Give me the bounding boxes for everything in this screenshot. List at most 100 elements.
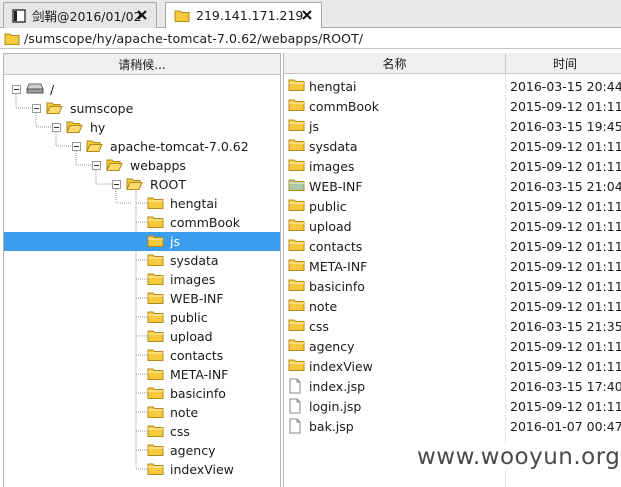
tab-remote[interactable]: 219.141.171.219 — [165, 2, 322, 29]
folder-open-icon — [66, 121, 83, 133]
tree-item-label: agency — [170, 443, 216, 458]
tree-item-icon — [66, 120, 83, 137]
file-name: public — [309, 199, 347, 214]
collapse-toggle[interactable] — [12, 85, 21, 94]
tree-item[interactable]: images — [4, 270, 280, 289]
file-time: 2016-03-15 21:04:52 — [510, 179, 621, 194]
folder-icon — [147, 387, 164, 399]
file-time: 2015-09-12 01:11:56 — [510, 159, 621, 174]
collapse-toggle[interactable] — [92, 161, 101, 170]
file-row[interactable]: images 2015-09-12 01:11:56 — [284, 156, 621, 176]
collapse-toggle[interactable] — [32, 104, 41, 113]
collapse-toggle[interactable] — [52, 123, 61, 132]
folder-icon — [147, 197, 164, 209]
folder-icon — [147, 406, 164, 418]
file-row[interactable]: sysdata 2015-09-12 01:11:56 — [284, 136, 621, 156]
file-row[interactable]: js 2016-03-15 19:45:55 — [284, 116, 621, 136]
file-row[interactable]: bak.jsp 2016-01-07 00:47:55 — [284, 416, 621, 436]
file-row-icon — [288, 318, 305, 335]
file-row[interactable]: indexView 2015-09-12 01:11:56 — [284, 356, 621, 376]
file-name: index.jsp — [309, 379, 366, 394]
tree-item[interactable]: css — [4, 422, 280, 441]
file-row-icon — [288, 238, 305, 255]
file-name: js — [309, 119, 319, 134]
file-row[interactable]: public 2015-09-12 01:11:56 — [284, 196, 621, 216]
tree-item[interactable]: hengtai — [4, 194, 280, 213]
tree-item[interactable]: note — [4, 403, 280, 422]
tree-item[interactable]: basicinfo — [4, 384, 280, 403]
tree-item-label: commBook — [170, 215, 240, 230]
file-row[interactable]: agency 2015-09-12 01:11:56 — [284, 336, 621, 356]
file-row[interactable]: META-INF 2015-09-12 01:11:56 — [284, 256, 621, 276]
file-row[interactable]: index.jsp 2016-03-15 17:40:34 — [284, 376, 621, 396]
folder-icon — [147, 292, 164, 304]
folder-icon — [288, 239, 305, 251]
file-name: agency — [309, 339, 355, 354]
tree-item[interactable]: public — [4, 308, 280, 327]
file-time: 2015-09-12 01:11:56 — [510, 139, 621, 154]
tree-item[interactable]: sumscope — [4, 99, 280, 118]
folder-open-icon — [106, 159, 123, 171]
file-row[interactable]: contacts 2015-09-12 01:11:56 — [284, 236, 621, 256]
folder-icon — [288, 259, 305, 271]
file-name: META-INF — [309, 259, 368, 274]
tree-item-icon — [147, 310, 164, 327]
file-row[interactable]: basicinfo 2015-09-12 01:11:56 — [284, 276, 621, 296]
file-row-icon — [288, 158, 305, 175]
file-row[interactable]: note 2015-09-12 01:11:56 — [284, 296, 621, 316]
file-name: upload — [309, 219, 352, 234]
tree-item[interactable]: indexView — [4, 460, 280, 479]
folder-open-icon — [86, 140, 103, 152]
tree-item-icon — [147, 405, 164, 422]
close-icon[interactable] — [136, 9, 148, 21]
tree-item[interactable]: sysdata — [4, 251, 280, 270]
file-row-icon — [288, 178, 305, 195]
file-row[interactable]: login.jsp 2015-09-12 01:11:56 — [284, 396, 621, 416]
tree-item-icon — [147, 329, 164, 346]
folder-icon — [288, 79, 305, 91]
tree-item[interactable]: WEB-INF — [4, 289, 280, 308]
directory-tree-panel: 请稍候... / sumscope hy apache-tomcat-7.0.62 we… — [3, 53, 281, 487]
tree-item-icon — [147, 253, 164, 270]
tree-item-label: images — [170, 272, 216, 287]
file-row[interactable]: hengtai 2016-03-15 20:44:56 — [284, 76, 621, 96]
drive-icon — [26, 83, 44, 94]
tree-item[interactable]: upload — [4, 327, 280, 346]
folder-icon — [288, 219, 305, 231]
tree-item-label: sysdata — [170, 253, 219, 268]
tree-item[interactable]: contacts — [4, 346, 280, 365]
folder-icon — [147, 368, 164, 380]
tab-bar: 剑鞘@2016/01/02 219.141.171.219 — [0, 0, 621, 29]
file-row[interactable]: upload 2015-09-12 01:11:56 — [284, 216, 621, 236]
column-header-time[interactable]: 时间 — [507, 53, 621, 74]
folder-icon — [147, 235, 164, 247]
folder-icon — [174, 10, 190, 22]
file-row[interactable]: css 2016-03-15 21:35:14 — [284, 316, 621, 336]
tree-item[interactable]: js — [4, 232, 280, 251]
collapse-toggle[interactable] — [72, 142, 81, 151]
path-bar[interactable]: /sumscope/hy/apache-tomcat-7.0.62/webapp… — [0, 29, 621, 49]
file-row[interactable]: commBook 2015-09-12 01:11:56 — [284, 96, 621, 116]
file-time: 2015-09-12 01:11:56 — [510, 279, 621, 294]
tree-item[interactable]: agency — [4, 441, 280, 460]
close-icon[interactable] — [301, 9, 313, 21]
tree-item[interactable]: META-INF — [4, 365, 280, 384]
folder-icon — [288, 359, 305, 371]
folder-icon — [147, 349, 164, 361]
tree-item[interactable]: ROOT — [4, 175, 280, 194]
tree-item-icon — [147, 386, 164, 403]
file-name: hengtai — [309, 79, 357, 94]
tree-item-icon — [147, 234, 164, 251]
column-header-name[interactable]: 名称 — [284, 53, 506, 74]
tree-item[interactable]: apache-tomcat-7.0.62 — [4, 137, 280, 156]
tree-item[interactable]: webapps — [4, 156, 280, 175]
tree-item-label: / — [50, 82, 55, 97]
tree-item-icon — [147, 424, 164, 441]
tree-item[interactable]: / — [4, 80, 280, 99]
tab-shell[interactable]: 剑鞘@2016/01/02 — [3, 2, 157, 28]
file-row[interactable]: WEB-INF 2016-03-15 21:04:52 — [284, 176, 621, 196]
folder-icon — [288, 159, 305, 171]
tree-item[interactable]: commBook — [4, 213, 280, 232]
collapse-toggle[interactable] — [112, 180, 121, 189]
tree-item[interactable]: hy — [4, 118, 280, 137]
